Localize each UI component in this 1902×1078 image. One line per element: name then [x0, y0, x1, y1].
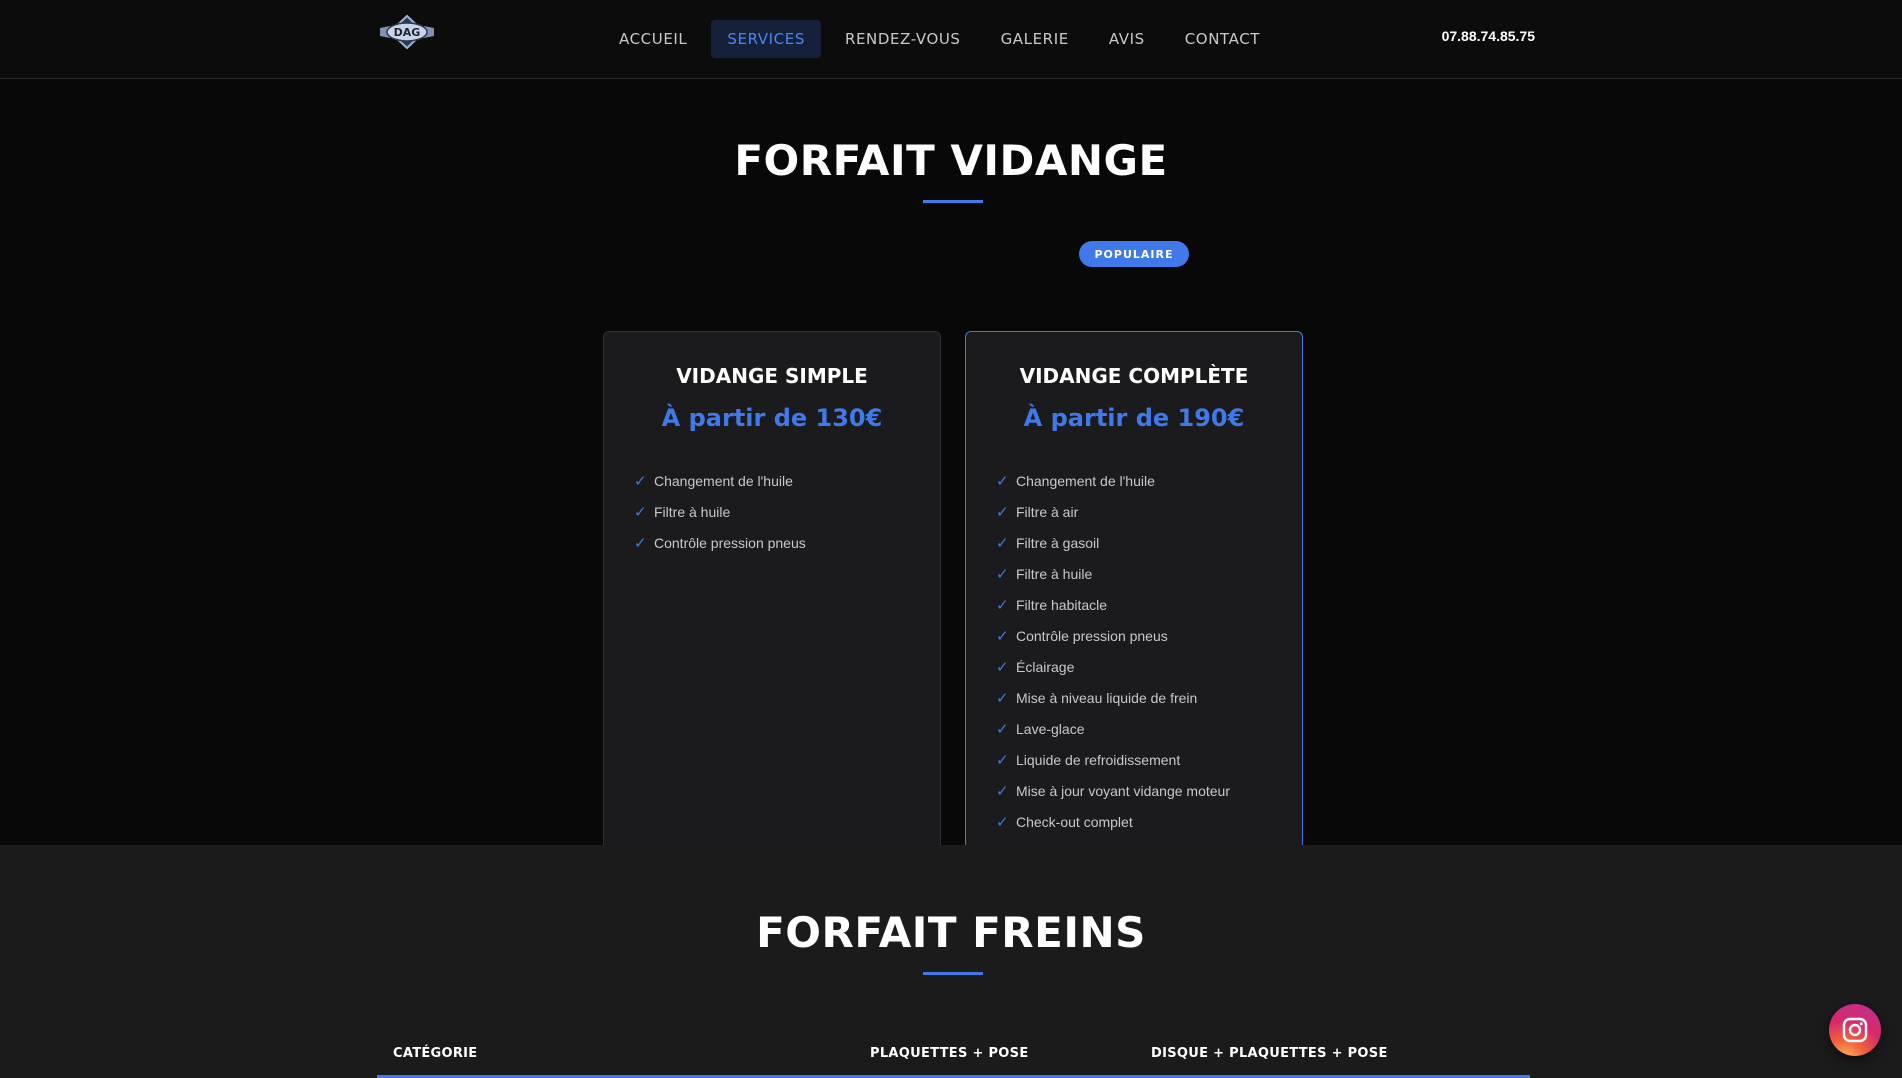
feature-item: ✓ Filtre à air — [996, 502, 1079, 521]
feature-item: ✓ Check-out complet — [996, 812, 1133, 831]
check-icon: ✓ — [634, 471, 647, 490]
card-title: VIDANGE COMPLÈTE — [1019, 364, 1249, 388]
feature-item: ✓ Filtre à gasoil — [996, 533, 1100, 552]
feature-item: ✓ Changement de l'huile — [634, 471, 793, 490]
section-title-vidange: FORFAIT VIDANGE — [734, 136, 1168, 185]
main-nav: ACCUEIL SERVICES RENDEZ-VOUS GALERIE AVI… — [603, 20, 1284, 58]
check-icon: ✓ — [996, 533, 1009, 552]
feature-item: ✓ Filtre à huile — [996, 564, 1093, 583]
svg-text:DAG: DAG — [394, 26, 421, 39]
instagram-icon — [1842, 1017, 1868, 1043]
nav-rendez-vous[interactable]: RENDEZ-VOUS — [829, 20, 977, 58]
check-icon: ✓ — [996, 564, 1009, 583]
instagram-button[interactable] — [1829, 1004, 1881, 1056]
check-icon: ✓ — [996, 657, 1009, 676]
freins-table-header: CATÉGORIE PLAQUETTES + POSE DISQUE + PLA… — [377, 1031, 1530, 1078]
nav-services[interactable]: SERVICES — [711, 20, 821, 58]
forfait-vidange-section: FORFAIT VIDANGE VIDANGE SIMPLE À partir … — [0, 79, 1902, 860]
card-title: VIDANGE SIMPLE — [676, 364, 868, 388]
feature-item: ✓ Lave-glace — [996, 719, 1085, 738]
feature-item: ✓ Filtre à huile — [634, 502, 731, 521]
check-icon: ✓ — [996, 595, 1009, 614]
title-underline — [923, 972, 983, 975]
card-price: À partir de 130€ — [661, 404, 883, 432]
title-underline — [923, 200, 983, 203]
check-icon: ✓ — [996, 471, 1009, 490]
feature-item: ✓ Filtre habitacle — [996, 595, 1108, 614]
check-icon: ✓ — [996, 719, 1009, 738]
feature-item: ✓ Mise à niveau liquide de frein — [996, 688, 1198, 707]
card-price: À partir de 190€ — [1023, 404, 1245, 432]
forfait-freins-section: FORFAIT FREINS CATÉGORIE PLAQUETTES + PO… — [0, 845, 1902, 1078]
check-icon: ✓ — [634, 502, 647, 521]
check-icon: ✓ — [996, 781, 1009, 800]
feature-item: ✓ Liquide de refroidissement — [996, 750, 1181, 769]
feature-list: ✓ Changement de l'huile ✓ Filtre à huile ✓… — [634, 465, 806, 558]
check-icon: ✓ — [634, 533, 647, 552]
check-icon: ✓ — [996, 812, 1009, 831]
nav-galerie[interactable]: GALERIE — [985, 20, 1085, 58]
column-header-categorie: CATÉGORIE — [393, 1045, 478, 1061]
card-vidange-simple: VIDANGE SIMPLE À partir de 130€ ✓ Changem… — [603, 331, 941, 860]
top-navbar: DAG ACCUEIL SERVICES RENDEZ-VOUS GALERIE… — [0, 0, 1902, 79]
column-header-disque-plaquettes: DISQUE + PLAQUETTES + POSE — [1151, 1045, 1388, 1061]
popular-badge: POPULAIRE — [1079, 241, 1189, 267]
check-icon: ✓ — [996, 750, 1009, 769]
feature-list: ✓ Changement de l'huile ✓ Filtre à air ✓ Fi… — [996, 465, 1230, 837]
section-title-freins: FORFAIT FREINS — [756, 908, 1146, 957]
card-vidange-complete: VIDANGE COMPLÈTE À partir de 190€ ✓ Chang… — [965, 331, 1303, 860]
feature-item: ✓ Mise à jour voyant vidange moteur — [996, 781, 1230, 800]
nav-contact[interactable]: CONTACT — [1169, 20, 1276, 58]
nav-avis[interactable]: AVIS — [1093, 20, 1161, 58]
check-icon: ✓ — [996, 626, 1009, 645]
column-header-plaquettes: PLAQUETTES + POSE — [870, 1045, 1029, 1061]
feature-item: ✓ Contrôle pression pneus — [634, 533, 806, 552]
check-icon: ✓ — [996, 502, 1009, 521]
nav-accueil[interactable]: ACCUEIL — [603, 20, 703, 58]
phone-link[interactable]: 07.88.74.85.75 — [1435, 28, 1535, 44]
feature-item: ✓ Éclairage — [996, 657, 1075, 676]
check-icon: ✓ — [996, 688, 1009, 707]
dag-logo-icon[interactable]: DAG — [376, 10, 438, 54]
feature-item: ✓ Changement de l'huile — [996, 471, 1155, 490]
feature-item: ✓ Contrôle pression pneus — [996, 626, 1168, 645]
